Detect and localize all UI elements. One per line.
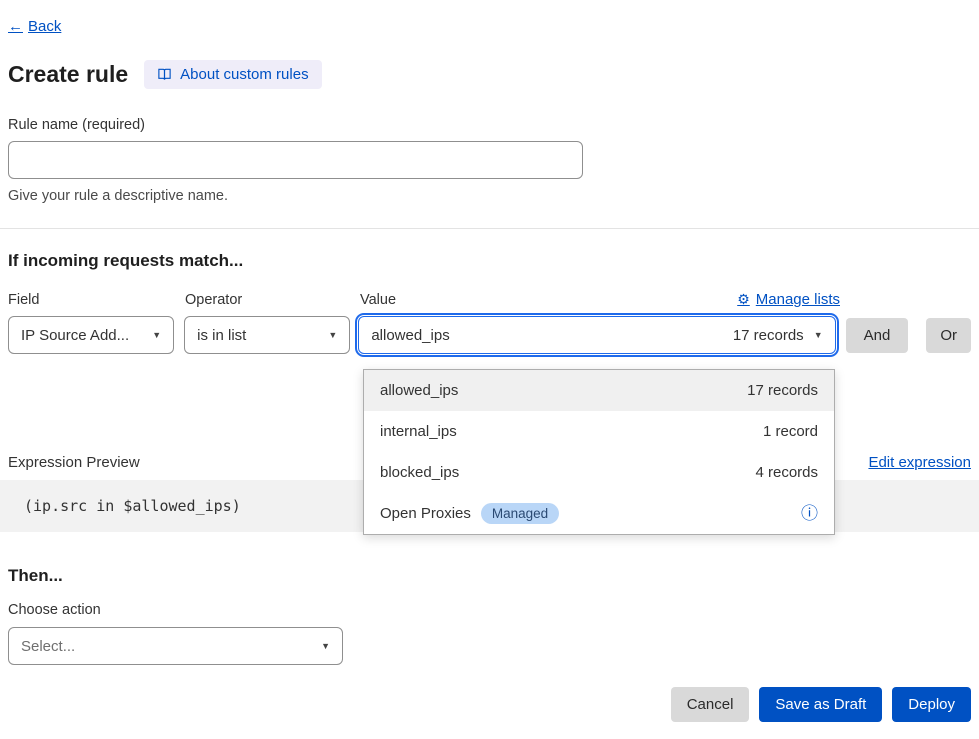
list-item-allowed-ips[interactable]: allowed_ips 17 records (364, 370, 834, 411)
list-item-open-proxies[interactable]: Open Proxies Managed ⓘ (364, 493, 834, 534)
list-item-name: internal_ips (380, 423, 457, 440)
match-heading: If incoming requests match... (8, 251, 971, 271)
edit-expression-link[interactable]: Edit expression (868, 454, 971, 471)
list-item-records: 17 records (747, 382, 818, 399)
list-item-internal-ips[interactable]: internal_ips 1 record (364, 411, 834, 452)
action-select-placeholder: Select... (21, 638, 75, 655)
value-select-records: 17 records (733, 327, 804, 344)
value-label: Value (360, 292, 396, 308)
about-custom-rules-label: About custom rules (180, 66, 308, 83)
value-select-value: allowed_ips (371, 327, 449, 344)
field-select[interactable]: IP Source Add... ▼ (8, 316, 174, 354)
cancel-button[interactable]: Cancel (671, 687, 750, 722)
book-icon (157, 67, 172, 82)
match-controls: Field Operator Value ⚙ Manage lists IP S… (8, 291, 971, 354)
manage-lists-label: Manage lists (756, 291, 840, 308)
save-as-draft-button[interactable]: Save as Draft (759, 687, 882, 722)
rule-name-helper: Give your rule a descriptive name. (8, 188, 971, 204)
back-label: Back (28, 18, 61, 35)
title-row: Create rule About custom rules (8, 60, 971, 89)
footer-actions: Cancel Save as Draft Deploy (8, 687, 971, 722)
expression-preview-label: Expression Preview (8, 454, 140, 471)
manage-lists-link[interactable]: ⚙ Manage lists (737, 291, 840, 308)
managed-badge: Managed (481, 503, 559, 524)
operator-select-value: is in list (197, 327, 246, 344)
field-label: Field (8, 292, 175, 308)
info-icon[interactable]: ⓘ (801, 505, 818, 522)
chevron-down-icon: ▼ (814, 330, 823, 340)
list-item-name: Open Proxies (380, 505, 471, 522)
operator-select[interactable]: is in list ▼ (184, 316, 350, 354)
create-rule-page: ← Back Create rule About custom rules Ru… (0, 0, 979, 739)
about-custom-rules-link[interactable]: About custom rules (144, 60, 321, 89)
and-button[interactable]: And (846, 318, 909, 353)
match-labels-row: Field Operator Value ⚙ Manage lists (8, 291, 971, 308)
list-item-blocked-ips[interactable]: blocked_ips 4 records (364, 452, 834, 493)
section-divider (0, 228, 979, 229)
list-item-name: blocked_ips (380, 464, 459, 481)
match-selects-row: IP Source Add... ▼ is in list ▼ allowed_… (8, 316, 971, 354)
chevron-down-icon: ▼ (321, 641, 330, 651)
rule-name-label: Rule name (required) (8, 117, 971, 133)
rule-name-input[interactable] (8, 141, 583, 179)
field-select-value: IP Source Add... (21, 327, 129, 344)
list-item-records: 1 record (763, 423, 818, 440)
chevron-down-icon: ▼ (152, 330, 161, 340)
or-button[interactable]: Or (926, 318, 971, 353)
page-title: Create rule (8, 61, 128, 88)
chevron-down-icon: ▼ (328, 330, 337, 340)
gear-icon: ⚙ (737, 291, 750, 308)
back-link[interactable]: ← Back (8, 18, 61, 35)
back-arrow-icon: ← (8, 18, 23, 35)
list-item-records: 4 records (755, 464, 818, 481)
operator-label: Operator (185, 292, 352, 308)
choose-action-label: Choose action (8, 602, 971, 618)
action-select[interactable]: Select... ▼ (8, 627, 343, 665)
list-dropdown: allowed_ips 17 records internal_ips 1 re… (363, 369, 835, 535)
deploy-button[interactable]: Deploy (892, 687, 971, 722)
value-select[interactable]: allowed_ips 17 records ▼ (358, 316, 835, 354)
list-item-name: allowed_ips (380, 382, 458, 399)
then-heading: Then... (8, 566, 971, 586)
